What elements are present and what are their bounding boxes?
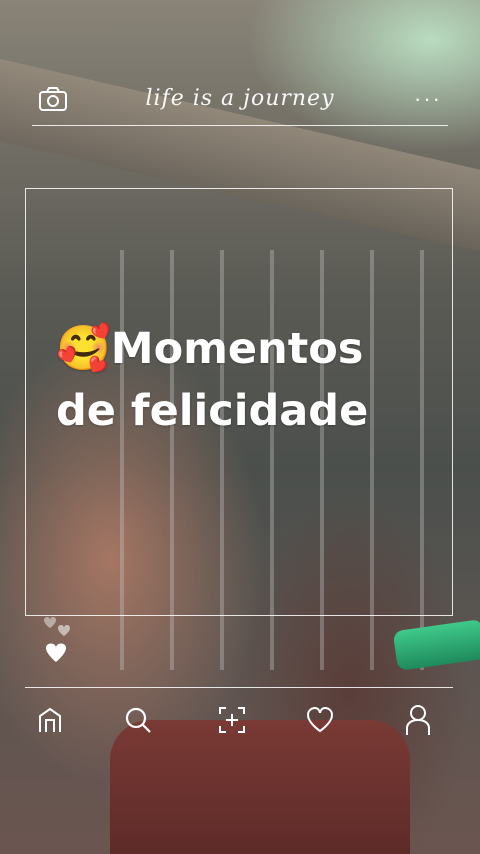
search-icon[interactable] [118, 700, 158, 740]
bottom-nav [0, 700, 480, 740]
smiling-hearts-emoji: 🥰 [56, 323, 111, 374]
template-overlay: life is a journey ··· 🥰Momentos de felic… [0, 0, 480, 854]
profile-icon[interactable] [398, 700, 438, 740]
add-icon[interactable] [212, 700, 252, 740]
top-bar: life is a journey ··· [32, 84, 448, 124]
caption-text: 🥰Momentos de felicidade [56, 318, 456, 442]
more-icon[interactable]: ··· [414, 88, 442, 110]
heart-icon[interactable] [300, 700, 340, 740]
header-divider [32, 125, 448, 126]
hearts-icon [38, 610, 78, 670]
brand-text: life is a journey [145, 86, 335, 111]
nav-divider [25, 687, 453, 688]
caption-line-1: Momentos [110, 324, 364, 374]
home-icon[interactable] [30, 700, 70, 740]
caption-line-2: de felicidade [56, 386, 369, 436]
